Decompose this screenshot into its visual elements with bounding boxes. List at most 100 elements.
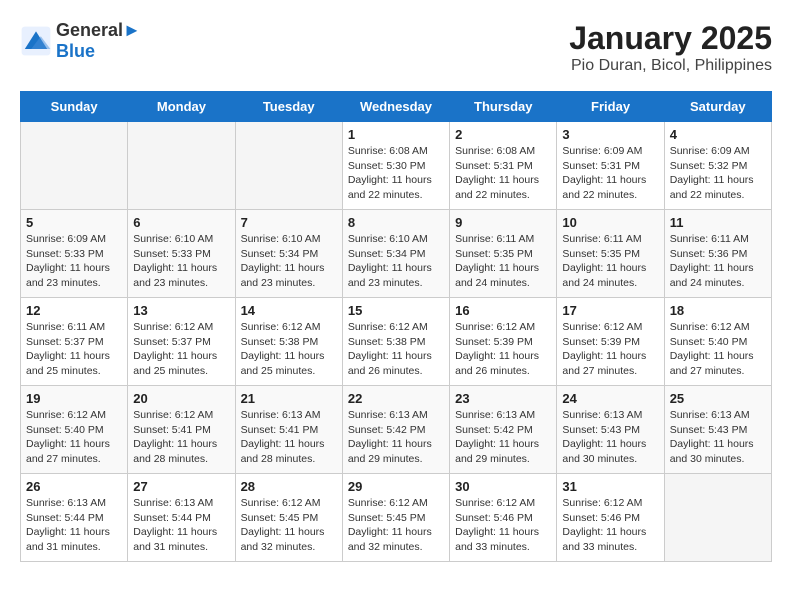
day-header-friday: Friday bbox=[557, 92, 664, 122]
cell-daylight-info: Sunrise: 6:13 AM Sunset: 5:42 PM Dayligh… bbox=[455, 408, 551, 467]
calendar-week-row: 5 Sunrise: 6:09 AM Sunset: 5:33 PM Daylig… bbox=[21, 210, 772, 298]
cell-daylight-info: Sunrise: 6:13 AM Sunset: 5:44 PM Dayligh… bbox=[26, 496, 122, 555]
calendar-body: 1Sunrise: 6:08 AM Sunset: 5:30 PM Daylig… bbox=[21, 122, 772, 562]
cell-date-number: 2 bbox=[455, 127, 551, 142]
cell-daylight-info: Sunrise: 6:12 AM Sunset: 5:41 PM Dayligh… bbox=[133, 408, 229, 467]
cell-date-number: 3 bbox=[562, 127, 658, 142]
calendar-cell: 16Sunrise: 6:12 AM Sunset: 5:39 PM Dayli… bbox=[450, 298, 557, 386]
calendar-cell: 21Sunrise: 6:13 AM Sunset: 5:41 PM Dayli… bbox=[235, 386, 342, 474]
cell-daylight-info: Sunrise: 6:10 AM Sunset: 5:33 PM Dayligh… bbox=[133, 232, 229, 291]
calendar-cell: 28 Sunrise: 6:12 AM Sunset: 5:45 PM Dayli… bbox=[235, 474, 342, 562]
cell-date-number: 9 bbox=[455, 215, 551, 230]
calendar-cell: 8 Sunrise: 6:10 AM Sunset: 5:34 PM Daylig… bbox=[342, 210, 449, 298]
logo: General► Blue bbox=[20, 20, 141, 62]
cell-daylight-info: Sunrise: 6:09 AM Sunset: 5:32 PM Dayligh… bbox=[670, 144, 766, 203]
cell-date-number: 7 bbox=[241, 215, 337, 230]
cell-daylight-info: Sunrise: 6:10 AM Sunset: 5:34 PM Dayligh… bbox=[348, 232, 444, 291]
cell-daylight-info: Sunrise: 6:11 AM Sunset: 5:35 PM Dayligh… bbox=[455, 232, 551, 291]
logo-text: General► Blue bbox=[56, 20, 141, 62]
cell-date-number: 10 bbox=[562, 215, 658, 230]
calendar-cell: 29Sunrise: 6:12 AM Sunset: 5:45 PM Dayli… bbox=[342, 474, 449, 562]
cell-date-number: 25 bbox=[670, 391, 766, 406]
calendar-week-row: 12Sunrise: 6:11 AM Sunset: 5:37 PM Dayli… bbox=[21, 298, 772, 386]
calendar-cell: 6 Sunrise: 6:10 AM Sunset: 5:33 PM Daylig… bbox=[128, 210, 235, 298]
cell-daylight-info: Sunrise: 6:11 AM Sunset: 5:37 PM Dayligh… bbox=[26, 320, 122, 379]
calendar-cell: 31Sunrise: 6:12 AM Sunset: 5:46 PM Dayli… bbox=[557, 474, 664, 562]
calendar-cell: 20 Sunrise: 6:12 AM Sunset: 5:41 PM Dayli… bbox=[128, 386, 235, 474]
calendar-cell: 24 Sunrise: 6:13 AM Sunset: 5:43 PM Dayli… bbox=[557, 386, 664, 474]
cell-date-number: 6 bbox=[133, 215, 229, 230]
cell-daylight-info: Sunrise: 6:12 AM Sunset: 5:40 PM Dayligh… bbox=[26, 408, 122, 467]
calendar-week-row: 1Sunrise: 6:08 AM Sunset: 5:30 PM Daylig… bbox=[21, 122, 772, 210]
day-header-sunday: Sunday bbox=[21, 92, 128, 122]
cell-date-number: 24 bbox=[562, 391, 658, 406]
calendar-cell: 2 Sunrise: 6:08 AM Sunset: 5:31 PM Daylig… bbox=[450, 122, 557, 210]
calendar-week-row: 26Sunrise: 6:13 AM Sunset: 5:44 PM Dayli… bbox=[21, 474, 772, 562]
calendar-cell: 25 Sunrise: 6:13 AM Sunset: 5:43 PM Dayli… bbox=[664, 386, 771, 474]
cell-daylight-info: Sunrise: 6:11 AM Sunset: 5:35 PM Dayligh… bbox=[562, 232, 658, 291]
cell-date-number: 27 bbox=[133, 479, 229, 494]
cell-date-number: 20 bbox=[133, 391, 229, 406]
cell-date-number: 11 bbox=[670, 215, 766, 230]
day-header-thursday: Thursday bbox=[450, 92, 557, 122]
cell-date-number: 28 bbox=[241, 479, 337, 494]
calendar-cell: 27Sunrise: 6:13 AM Sunset: 5:44 PM Dayli… bbox=[128, 474, 235, 562]
calendar-cell: 23Sunrise: 6:13 AM Sunset: 5:42 PM Dayli… bbox=[450, 386, 557, 474]
calendar-cell: 14 Sunrise: 6:12 AM Sunset: 5:38 PM Dayli… bbox=[235, 298, 342, 386]
cell-daylight-info: Sunrise: 6:09 AM Sunset: 5:33 PM Dayligh… bbox=[26, 232, 122, 291]
cell-date-number: 17 bbox=[562, 303, 658, 318]
days-header-row: SundayMondayTuesdayWednesdayThursdayFrid… bbox=[21, 92, 772, 122]
logo-icon bbox=[20, 25, 52, 57]
calendar-cell: 9 Sunrise: 6:11 AM Sunset: 5:35 PM Daylig… bbox=[450, 210, 557, 298]
calendar-cell: 1Sunrise: 6:08 AM Sunset: 5:30 PM Daylig… bbox=[342, 122, 449, 210]
calendar-cell: 13Sunrise: 6:12 AM Sunset: 5:37 PM Dayli… bbox=[128, 298, 235, 386]
cell-date-number: 30 bbox=[455, 479, 551, 494]
cell-date-number: 5 bbox=[26, 215, 122, 230]
cell-daylight-info: Sunrise: 6:12 AM Sunset: 5:46 PM Dayligh… bbox=[455, 496, 551, 555]
calendar-cell: 10 Sunrise: 6:11 AM Sunset: 5:35 PM Dayli… bbox=[557, 210, 664, 298]
calendar-cell bbox=[128, 122, 235, 210]
cell-daylight-info: Sunrise: 6:10 AM Sunset: 5:34 PM Dayligh… bbox=[241, 232, 337, 291]
calendar-cell: 7 Sunrise: 6:10 AM Sunset: 5:34 PM Daylig… bbox=[235, 210, 342, 298]
calendar-cell: 3 Sunrise: 6:09 AM Sunset: 5:31 PM Daylig… bbox=[557, 122, 664, 210]
calendar-cell: 19Sunrise: 6:12 AM Sunset: 5:40 PM Dayli… bbox=[21, 386, 128, 474]
calendar-cell: 30 Sunrise: 6:12 AM Sunset: 5:46 PM Dayli… bbox=[450, 474, 557, 562]
cell-daylight-info: Sunrise: 6:09 AM Sunset: 5:31 PM Dayligh… bbox=[562, 144, 658, 203]
cell-date-number: 4 bbox=[670, 127, 766, 142]
calendar-cell: 4 Sunrise: 6:09 AM Sunset: 5:32 PM Daylig… bbox=[664, 122, 771, 210]
cell-daylight-info: Sunrise: 6:12 AM Sunset: 5:40 PM Dayligh… bbox=[670, 320, 766, 379]
cell-date-number: 1 bbox=[348, 127, 444, 142]
calendar-cell bbox=[664, 474, 771, 562]
calendar-cell: 17 Sunrise: 6:12 AM Sunset: 5:39 PM Dayli… bbox=[557, 298, 664, 386]
day-header-saturday: Saturday bbox=[664, 92, 771, 122]
cell-date-number: 13 bbox=[133, 303, 229, 318]
calendar-week-row: 19Sunrise: 6:12 AM Sunset: 5:40 PM Dayli… bbox=[21, 386, 772, 474]
cell-daylight-info: Sunrise: 6:12 AM Sunset: 5:39 PM Dayligh… bbox=[562, 320, 658, 379]
calendar-cell: 11 Sunrise: 6:11 AM Sunset: 5:36 PM Dayli… bbox=[664, 210, 771, 298]
calendar-cell: 22 Sunrise: 6:13 AM Sunset: 5:42 PM Dayli… bbox=[342, 386, 449, 474]
calendar-cell bbox=[21, 122, 128, 210]
cell-date-number: 8 bbox=[348, 215, 444, 230]
day-header-tuesday: Tuesday bbox=[235, 92, 342, 122]
calendar-title-block: January 2025 Pio Duran, Bicol, Philippin… bbox=[569, 20, 772, 75]
calendar-table: SundayMondayTuesdayWednesdayThursdayFrid… bbox=[20, 91, 772, 562]
cell-daylight-info: Sunrise: 6:13 AM Sunset: 5:41 PM Dayligh… bbox=[241, 408, 337, 467]
cell-daylight-info: Sunrise: 6:12 AM Sunset: 5:38 PM Dayligh… bbox=[241, 320, 337, 379]
cell-date-number: 16 bbox=[455, 303, 551, 318]
cell-date-number: 22 bbox=[348, 391, 444, 406]
calendar-cell: 5 Sunrise: 6:09 AM Sunset: 5:33 PM Daylig… bbox=[21, 210, 128, 298]
cell-date-number: 14 bbox=[241, 303, 337, 318]
cell-daylight-info: Sunrise: 6:13 AM Sunset: 5:43 PM Dayligh… bbox=[670, 408, 766, 467]
cell-daylight-info: Sunrise: 6:12 AM Sunset: 5:45 PM Dayligh… bbox=[241, 496, 337, 555]
calendar-title: January 2025 bbox=[569, 20, 772, 57]
cell-daylight-info: Sunrise: 6:13 AM Sunset: 5:42 PM Dayligh… bbox=[348, 408, 444, 467]
calendar-cell: 12Sunrise: 6:11 AM Sunset: 5:37 PM Dayli… bbox=[21, 298, 128, 386]
cell-daylight-info: Sunrise: 6:12 AM Sunset: 5:38 PM Dayligh… bbox=[348, 320, 444, 379]
calendar-header: SundayMondayTuesdayWednesdayThursdayFrid… bbox=[21, 92, 772, 122]
calendar-cell bbox=[235, 122, 342, 210]
calendar-subtitle: Pio Duran, Bicol, Philippines bbox=[569, 57, 772, 75]
cell-daylight-info: Sunrise: 6:13 AM Sunset: 5:43 PM Dayligh… bbox=[562, 408, 658, 467]
cell-daylight-info: Sunrise: 6:12 AM Sunset: 5:46 PM Dayligh… bbox=[562, 496, 658, 555]
cell-daylight-info: Sunrise: 6:08 AM Sunset: 5:31 PM Dayligh… bbox=[455, 144, 551, 203]
cell-daylight-info: Sunrise: 6:11 AM Sunset: 5:36 PM Dayligh… bbox=[670, 232, 766, 291]
